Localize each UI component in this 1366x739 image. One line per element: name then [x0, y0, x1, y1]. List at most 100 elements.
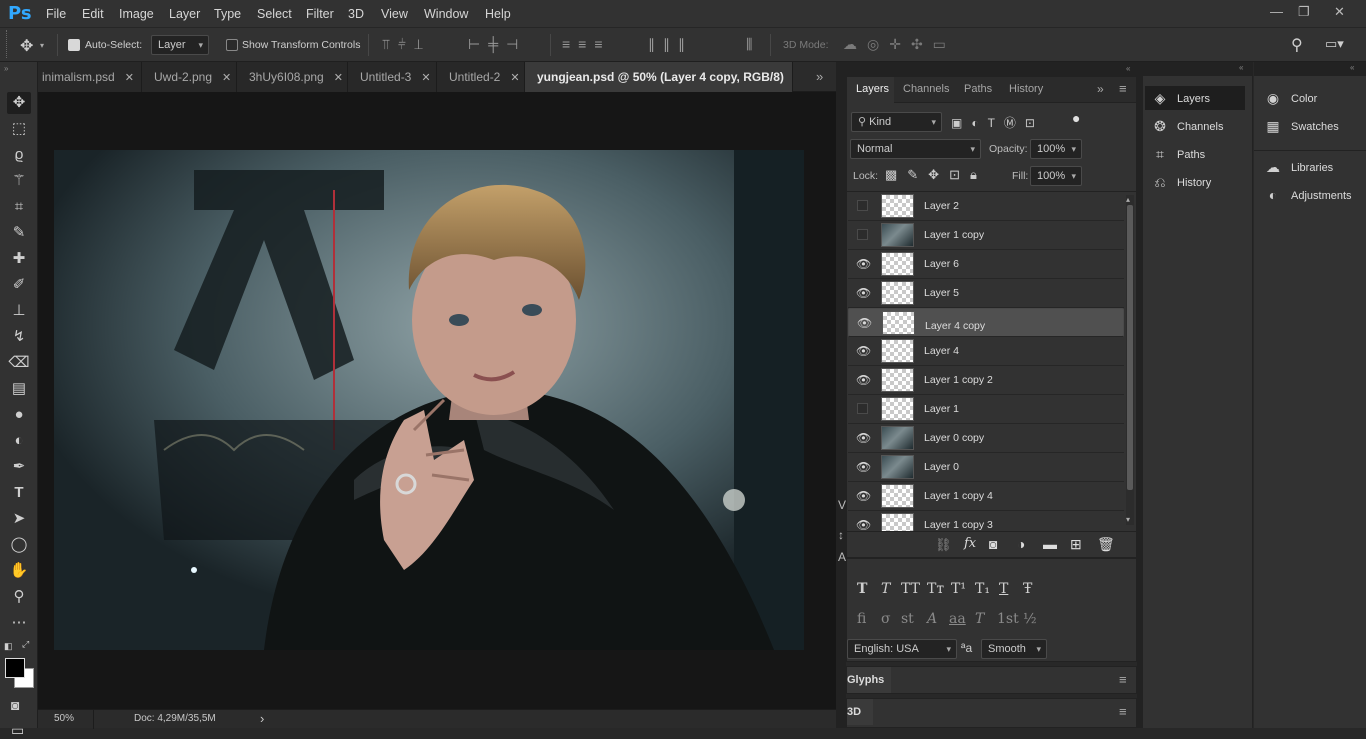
- tab-untitled2[interactable]: Untitled-2 ✕: [437, 62, 525, 92]
- layer-row[interactable]: 👁︎ Layer 1 copy 4: [848, 482, 1124, 511]
- layer-thumbnail[interactable]: [881, 513, 914, 531]
- swap-colors-icon[interactable]: ⤢: [22, 639, 29, 650]
- menu-view[interactable]: View: [381, 7, 408, 21]
- auto-select-dropdown[interactable]: Layer ▾: [151, 35, 209, 55]
- 3d-title[interactable]: 3D: [847, 706, 861, 718]
- blend-mode-dropdown[interactable]: Normal ▾: [850, 139, 981, 159]
- stylistic-alternates-icon[interactable]: aa: [949, 611, 966, 627]
- strikethrough-icon[interactable]: Ŧ: [1023, 581, 1032, 597]
- align-horizontal-icons[interactable]: ⊢╪⊣: [468, 36, 526, 53]
- layer-thumbnail[interactable]: [881, 339, 914, 363]
- scrollbar[interactable]: [1126, 195, 1134, 525]
- new-layer-icon[interactable]: ⊞: [1070, 536, 1082, 553]
- visibility-eye-icon[interactable]: 👁︎: [856, 519, 871, 531]
- visibility-eye-icon[interactable]: 👁︎: [856, 432, 871, 444]
- scrollbar-thumb[interactable]: [1127, 205, 1133, 490]
- more-tools-icon[interactable]: ⋯: [7, 612, 31, 634]
- tab-uwd2[interactable]: Uwd-2.png ✕: [142, 62, 237, 92]
- layer-thumbnail[interactable]: [881, 281, 914, 305]
- layer-row[interactable]: 👁︎ Layer 1 copy 3: [848, 511, 1124, 531]
- visibility-toggle-off[interactable]: [857, 229, 868, 240]
- visibility-toggle-off[interactable]: [857, 200, 868, 211]
- pen-tool-icon[interactable]: ✒: [7, 456, 31, 478]
- ligatures-icon[interactable]: fi: [857, 611, 866, 627]
- layer-thumbnail[interactable]: [881, 194, 914, 218]
- side-channels-button[interactable]: Channels: [1177, 121, 1223, 133]
- collapse-icon[interactable]: »: [1097, 82, 1104, 96]
- side-paths-button[interactable]: Paths: [1177, 149, 1205, 161]
- menu-file[interactable]: File: [46, 7, 66, 21]
- menu-window[interactable]: Window: [424, 7, 468, 21]
- minimize-button[interactable]: —: [1270, 4, 1283, 19]
- layer-thumbnail[interactable]: [881, 368, 914, 392]
- all-caps-icon[interactable]: TT: [901, 581, 920, 597]
- layer-row[interactable]: Layer 1: [848, 395, 1124, 424]
- lock-icons[interactable]: ▩✎✥⊡🔒︎: [885, 167, 987, 183]
- marquee-tool-icon[interactable]: ⬚: [7, 118, 31, 140]
- small-caps-icon[interactable]: Tт: [927, 581, 944, 597]
- visibility-eye-icon[interactable]: 👁︎: [856, 287, 871, 299]
- status-menu-arrow-icon[interactable]: ›: [260, 711, 264, 726]
- scroll-up-icon[interactable]: ▴: [1126, 195, 1130, 204]
- mask-icon[interactable]: ◙: [989, 536, 997, 552]
- close-tab-icon[interactable]: ✕: [222, 72, 231, 84]
- restore-button[interactable]: ❐: [1298, 4, 1310, 20]
- layer-name[interactable]: Layer 1 copy 2: [924, 374, 993, 386]
- hand-tool-icon[interactable]: ✋: [7, 560, 31, 582]
- layer-thumbnail[interactable]: [881, 484, 914, 508]
- subscript-icon[interactable]: T₁: [975, 581, 990, 597]
- panel-menu-icon[interactable]: ≡: [1119, 81, 1127, 96]
- side-adjustments-button[interactable]: Adjustments: [1291, 190, 1352, 202]
- screen-mode-icon[interactable]: ▭: [11, 722, 24, 739]
- fill-input[interactable]: 100% ▾: [1030, 166, 1082, 186]
- layer-row[interactable]: 👁︎ Layer 4: [848, 337, 1124, 366]
- path-selection-tool-icon[interactable]: ➤: [7, 508, 31, 530]
- menu-edit[interactable]: Edit: [82, 7, 104, 21]
- layer-row[interactable]: Layer 1 copy: [848, 221, 1124, 250]
- tab-channels[interactable]: Channels: [903, 83, 949, 95]
- layer-name[interactable]: Layer 1 copy 4: [924, 490, 993, 502]
- foreground-color-swatch[interactable]: [5, 658, 25, 678]
- type-tool-icon[interactable]: T: [7, 482, 31, 504]
- layer-thumbnail[interactable]: [881, 426, 914, 450]
- tool-preset-arrow-icon[interactable]: ▾: [40, 41, 44, 50]
- grip-handle[interactable]: [6, 30, 10, 58]
- layer-name[interactable]: Layer 0: [924, 461, 959, 473]
- visibility-eye-icon[interactable]: 👁︎: [856, 345, 871, 357]
- blur-tool-icon[interactable]: ●: [7, 404, 31, 426]
- search-icon[interactable]: ⚲: [1291, 35, 1303, 55]
- layer-name[interactable]: Layer 1 copy: [924, 229, 984, 241]
- swash-icon[interactable]: A: [927, 611, 937, 627]
- side-layers-button[interactable]: Layers: [1177, 93, 1210, 105]
- healing-brush-tool-icon[interactable]: ✚: [7, 248, 31, 270]
- discretionary-ligatures-icon[interactable]: st: [901, 611, 914, 627]
- fractions-icon[interactable]: ½: [1023, 611, 1037, 627]
- filter-icons[interactable]: ▣◐TⓂ⊡: [951, 114, 1044, 131]
- distribute-vertical-icons[interactable]: ≡≡≡: [562, 36, 611, 52]
- underline-icon[interactable]: T: [999, 581, 1008, 597]
- layer-thumbnail[interactable]: [881, 223, 914, 247]
- layer-thumbnail[interactable]: [881, 252, 914, 276]
- tabs-overflow-icon[interactable]: »: [816, 69, 823, 84]
- auto-align-icon[interactable]: ⫼: [746, 36, 752, 53]
- close-tab-icon[interactable]: ✕: [125, 72, 134, 84]
- layer-row[interactable]: Layer 2: [848, 192, 1124, 221]
- layer-name[interactable]: Layer 1 copy 3: [924, 519, 993, 531]
- layer-row[interactable]: 👁︎ Layer 1 copy 2: [848, 366, 1124, 395]
- layer-thumbnail[interactable]: [882, 311, 915, 335]
- zoom-tool-icon[interactable]: ⚲: [7, 586, 31, 608]
- layer-name[interactable]: Layer 4 copy: [925, 317, 985, 335]
- visibility-eye-icon[interactable]: 👁︎: [856, 374, 871, 386]
- 3d-mode-icons[interactable]: ☁◎✛✣▭: [843, 36, 956, 53]
- menu-type[interactable]: Type: [214, 7, 241, 21]
- eyedropper-tool-icon[interactable]: ✎: [7, 222, 31, 244]
- tab-history[interactable]: History: [1009, 83, 1043, 95]
- layer-name[interactable]: Layer 1: [924, 403, 959, 415]
- visibility-toggle-off[interactable]: [857, 403, 868, 414]
- ellipse-tool-icon[interactable]: ◯: [7, 534, 31, 556]
- titling-icon[interactable]: T: [975, 611, 984, 627]
- old-style-icon[interactable]: σ: [881, 611, 891, 627]
- menu-3d[interactable]: 3D: [348, 7, 364, 21]
- close-tab-icon[interactable]: ✕: [421, 72, 430, 84]
- show-transform-checkbox[interactable]: [226, 39, 238, 52]
